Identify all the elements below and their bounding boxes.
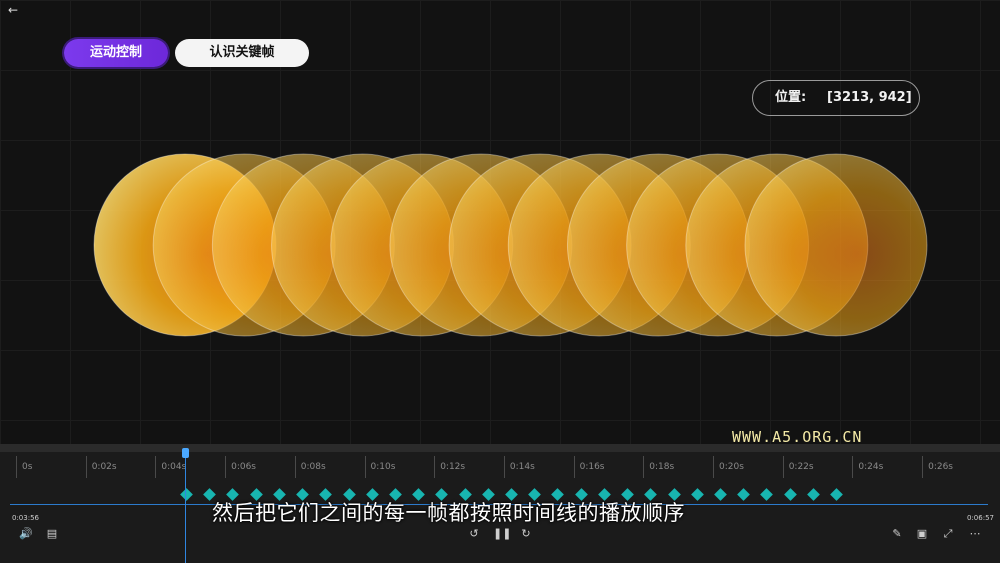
position-label: 位置: — [775, 90, 807, 105]
keyframe-diamond[interactable] — [737, 488, 751, 501]
subtitle-text: 然后把它们之间的每一帧都按照时间线的播放顺序 — [212, 501, 685, 525]
playhead-handle[interactable] — [182, 448, 189, 458]
keyframe-diamond[interactable] — [760, 488, 774, 501]
ruler-tick: 0:16s — [573, 456, 605, 478]
time-ruler[interactable]: 0s 0:02s 0:04s 0:06s 0:08s 0:10s 0:12s 0:14s 0:1… — [0, 456, 1000, 478]
pen-icon[interactable]: ✎ — [889, 527, 905, 541]
ruler-tick: 0:04s — [155, 456, 186, 478]
miniplayer-icon[interactable]: ▣ — [914, 527, 930, 541]
ruler-tick: 0:02s — [85, 456, 117, 478]
rewind-10-icon[interactable]: ↺ — [466, 527, 482, 541]
ruler-tick: 0s — [16, 456, 32, 478]
ruler-tick: 0:14s — [503, 456, 535, 478]
keyframe-diamond[interactable] — [714, 488, 727, 501]
pause-icon[interactable]: ❚❚ — [493, 527, 511, 541]
playhead-line — [185, 458, 186, 563]
ruler-tick: 0:18s — [643, 456, 674, 478]
captions-icon[interactable]: ▤ — [44, 527, 60, 541]
volume-icon[interactable]: 🔊 — [18, 527, 34, 541]
collapse-icon[interactable]: ⤢ — [940, 527, 956, 541]
ruler-tick: 0:26s — [922, 456, 953, 478]
keyframe-diamond[interactable] — [783, 488, 797, 501]
keyframe-diamond[interactable] — [830, 488, 843, 501]
ruler-tick: 0:20s — [713, 456, 744, 478]
more-icon[interactable]: ⋯ — [966, 527, 984, 541]
back-arrow-icon[interactable]: ← — [4, 2, 22, 18]
keyframe-diamond[interactable] — [690, 488, 704, 501]
tab-keyframes[interactable]: 认识关键帧 — [175, 39, 309, 67]
tab-motion-control-label: 运动控制 — [89, 45, 142, 60]
ruler-tick: 0:12s — [434, 456, 465, 478]
ruler-tick: 0:06s — [225, 456, 256, 478]
keyframe-diamond[interactable] — [180, 488, 193, 501]
tab-motion-control[interactable]: 运动控制 — [64, 39, 168, 67]
forward-30-icon[interactable]: ↻ — [518, 527, 534, 541]
ruler-tick: 0:22s — [782, 456, 814, 478]
keyframe-diamond[interactable] — [806, 488, 820, 501]
ruler-tick: 0:24s — [852, 456, 883, 478]
current-time: 0:03:56 — [12, 514, 39, 522]
ruler-tick: 0:08s — [294, 456, 326, 478]
video-timeline: 0s 0:02s 0:04s 0:06s 0:08s 0:10s 0:12s 0:14s 0:1… — [0, 444, 1000, 563]
tab-keyframes-label: 认识关键帧 — [209, 45, 275, 60]
position-readout: 位置: [3213, 942] — [752, 80, 920, 116]
duration: 0:06:57 — [967, 514, 994, 522]
position-value: [3213, 942] — [827, 90, 912, 105]
timeline-top-bar — [0, 444, 1000, 452]
ruler-tick: 0:10s — [364, 456, 395, 478]
